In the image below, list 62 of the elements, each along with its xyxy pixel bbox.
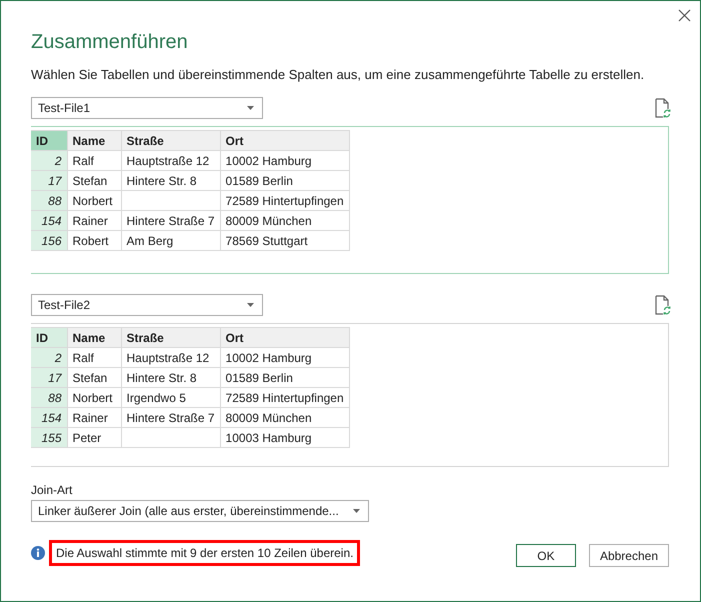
table-cell: 155 — [31, 428, 67, 448]
table-cell: Hintere Str. 8 — [121, 170, 220, 190]
table-cell: Am Berg — [121, 230, 220, 250]
table-cell: Hauptstraße 12 — [121, 348, 220, 368]
caret-icon — [247, 303, 254, 307]
column-header[interactable]: Straße — [121, 328, 220, 348]
instruction-text: Wählen Sie Tabellen und übereinstimmende Spalten aus, um eine zusammengeführte Tabelle zu erstellen. — [31, 67, 646, 84]
table-cell: Rainer — [67, 408, 121, 428]
table-dropdown[interactable]: Test-File1 — [31, 97, 263, 119]
column-header[interactable]: ID — [31, 130, 67, 150]
table-cell: Irgendwo 5 — [121, 388, 220, 408]
table-cell: Norbert — [67, 388, 121, 408]
table-cell: 01589 Berlin — [220, 368, 350, 388]
table-cell: 10003 Hamburg — [220, 428, 350, 448]
caret-icon — [247, 106, 254, 110]
column-header[interactable]: Straße — [121, 130, 220, 150]
table-cell: Ralf — [67, 348, 121, 368]
join-type-dropdown[interactable]: Linker äußerer Join (alle aus erster, übereinstimmende... — [31, 500, 369, 522]
column-header[interactable]: Name — [67, 328, 121, 348]
table-cell: 01589 Berlin — [220, 170, 350, 190]
table-cell: 2 — [31, 348, 67, 368]
table-cell: Norbert — [67, 190, 121, 210]
table-cell: 78569 Stuttgart — [220, 230, 350, 250]
info-icon — [31, 546, 45, 560]
column-header[interactable]: Ort — [220, 328, 350, 348]
table-cell: Stefan — [67, 170, 121, 190]
table-cell: Stefan — [67, 368, 121, 388]
table-cell: 154 — [31, 408, 67, 428]
table-cell: Ralf — [67, 150, 121, 170]
table-cell: 154 — [31, 210, 67, 230]
table-cell: Hintere Str. 8 — [121, 368, 220, 388]
table-cell: 88 — [31, 190, 67, 210]
column-header[interactable]: Name — [67, 130, 121, 150]
table-cell: 2 — [31, 150, 67, 170]
table-cell: 17 — [31, 170, 67, 190]
table-cell: Hauptstraße 12 — [121, 150, 220, 170]
table-cell: 80009 München — [220, 408, 350, 428]
table-cell: 72589 Hintertupfingen — [220, 388, 350, 408]
cancel-button[interactable]: Abbrechen — [588, 544, 669, 567]
table-cell: 10002 Hamburg — [220, 150, 350, 170]
join-type-label: Join-Art — [31, 483, 74, 498]
table-dropdown[interactable]: Test-File2 — [31, 294, 263, 316]
column-header[interactable]: ID — [31, 328, 67, 348]
table-cell: Hintere Straße 7 — [121, 210, 220, 230]
match-message: Die Auswahl stimmte mit 9 der ersten 10 Zeilen überein. — [49, 540, 360, 566]
table-cell: 80009 München — [220, 210, 350, 230]
column-header[interactable]: Ort — [220, 130, 350, 150]
table-cell: Peter — [67, 428, 121, 448]
caret-icon — [352, 509, 360, 513]
table-cell: Hintere Straße 7 — [121, 408, 220, 428]
table-cell: Robert — [67, 230, 121, 250]
refresh-file-icon[interactable] — [655, 98, 671, 118]
ok-button[interactable]: OK — [516, 544, 576, 567]
table-cell: 17 — [31, 368, 67, 388]
close-icon[interactable] — [678, 9, 691, 22]
table-cell: 10002 Hamburg — [220, 348, 350, 368]
refresh-file-icon[interactable] — [655, 295, 671, 315]
table-cell: Rainer — [67, 210, 121, 230]
table-cell: 72589 Hintertupfingen — [220, 190, 350, 210]
table-cell: 156 — [31, 230, 67, 250]
table-cell: 88 — [31, 388, 67, 408]
dialog-title: Zusammenführen — [31, 31, 189, 55]
